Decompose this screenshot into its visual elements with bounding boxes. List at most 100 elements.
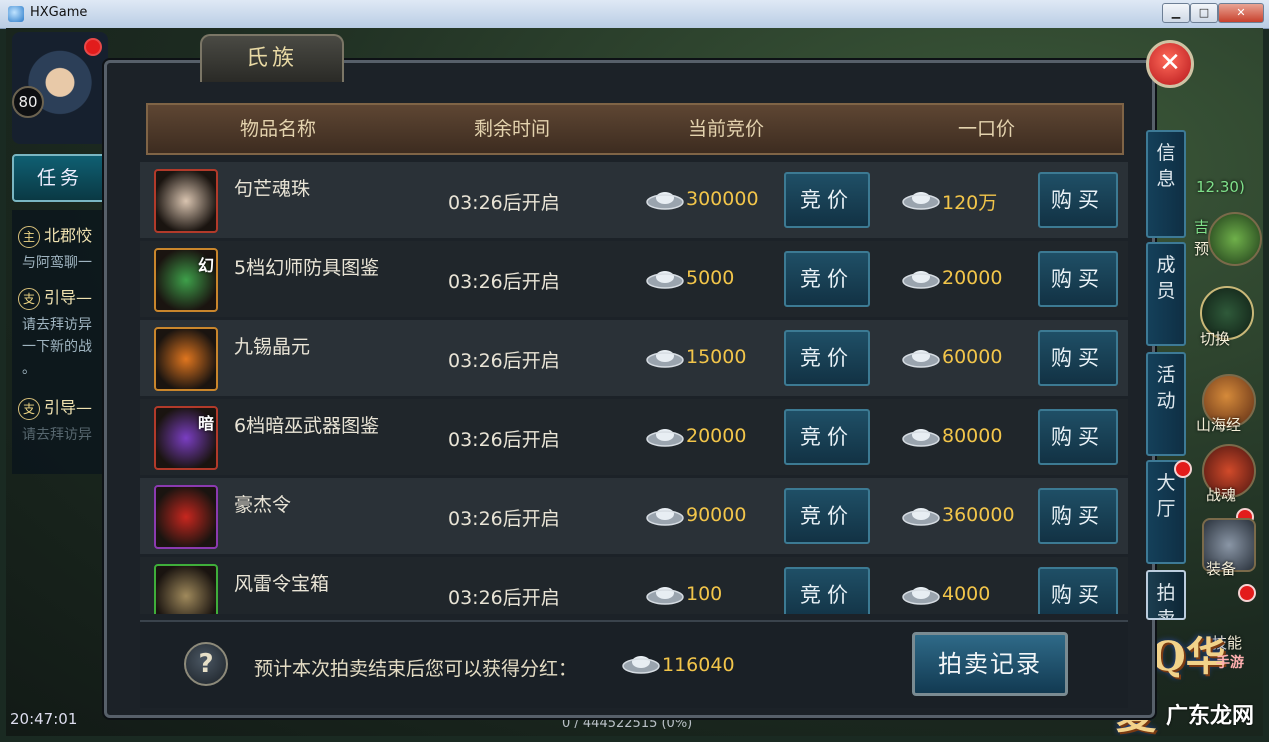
silver-ingot-icon (902, 508, 940, 526)
quest-title: 引导— (44, 398, 93, 417)
silver-ingot-icon (902, 350, 940, 368)
silver-ingot-icon (646, 192, 684, 210)
window-title: HXGame (30, 5, 88, 20)
auction-item-list: 句芒魂珠 03:26后开启 300000 竞价 120万 购买幻 5档幻师防具图鉴 03:26… (140, 162, 1128, 614)
silver-ingot-icon (646, 271, 684, 289)
tab-info[interactable]: 信息 (1146, 130, 1186, 238)
quest-desc: 请去拜访异 (22, 427, 92, 443)
item-name: 豪杰令 (234, 494, 292, 516)
buy-button[interactable]: 购买 (1038, 567, 1118, 614)
bid-button[interactable]: 竞价 (784, 330, 870, 386)
auction-row: 九锡晶元 03:26后开启 15000 竞价 60000 购买 (140, 320, 1128, 396)
item-icon[interactable]: 暗 (154, 406, 218, 470)
item-name: 6档暗巫武器图鉴 (234, 415, 380, 437)
minimize-button[interactable]: ▁ (1162, 3, 1190, 23)
quest-badge: 支 (18, 398, 40, 420)
buyout-price: 360000 (942, 504, 1015, 526)
tab-activity[interactable]: 活动 (1146, 352, 1186, 456)
item-time-remaining: 03:26后开启 (448, 429, 560, 451)
quest-item[interactable]: 主北郡恔 (18, 222, 92, 248)
buy-button[interactable]: 购买 (1038, 172, 1118, 228)
auction-row: 暗 6档暗巫武器图鉴 03:26后开启 20000 竞价 80000 购买 (140, 399, 1128, 475)
column-header-buyout: 一口价 (958, 118, 1016, 140)
notification-dot (1238, 584, 1256, 602)
quest-item[interactable]: 支引导— (18, 284, 92, 310)
dividend-amount: 116040 (662, 654, 735, 676)
item-icon[interactable]: 幻 (154, 248, 218, 312)
panel-close-button[interactable]: ✕ (1146, 40, 1194, 88)
exp-status: 0 / 444522515 (0%) (562, 716, 693, 731)
shanhaijing-label: 山海经 (1196, 416, 1242, 434)
current-bid: 20000 (686, 425, 747, 447)
hud-text: 吉 (1194, 218, 1210, 236)
auction-row: 句芒魂珠 03:26后开启 300000 竞价 120万 购买 (140, 162, 1128, 238)
auction-row: 风雷令宝箱 03:26后开启 100 竞价 4000 购买 (140, 557, 1128, 614)
silver-ingot-icon (646, 350, 684, 368)
item-time-remaining: 03:26后开启 (448, 271, 560, 293)
app-icon (8, 6, 24, 22)
item-icon[interactable] (154, 327, 218, 391)
quest-title: 引导— (44, 288, 93, 307)
help-icon[interactable]: ? (184, 642, 228, 686)
player-level: 80 (12, 86, 44, 118)
item-name: 句芒魂珠 (234, 178, 311, 200)
buy-button[interactable]: 购买 (1038, 409, 1118, 465)
bid-button[interactable]: 竞价 (784, 251, 870, 307)
bid-button[interactable]: 竞价 (784, 488, 870, 544)
game-logo-sub: 手游 (1216, 655, 1244, 671)
window-titlebar: HXGame ▁ □ ✕ (0, 0, 1269, 29)
item-icon[interactable] (154, 564, 218, 614)
auction-row: 豪杰令 03:26后开启 90000 竞价 360000 购买 (140, 478, 1128, 554)
dividend-label: 预计本次拍卖结束后您可以获得分红： (254, 658, 578, 680)
panel-title: 氏族 (200, 34, 344, 82)
quest-badge: 主 (18, 226, 40, 248)
equip-label: 装备 (1206, 560, 1237, 578)
item-icon[interactable] (154, 169, 218, 233)
silver-ingot-icon (646, 508, 684, 526)
buyout-price: 4000 (942, 583, 991, 605)
buyout-price: 60000 (942, 346, 1003, 368)
item-icon-glyph: 暗 (197, 414, 214, 433)
current-bid: 100 (686, 583, 723, 605)
item-icon-glyph: 幻 (197, 256, 214, 275)
quest-list: 主北郡恔 与阿鸾聊一 支引导— 请去拜访异 一下新的战 。 支引导— 请去拜访异 (12, 210, 110, 474)
bid-button[interactable]: 竞价 (784, 172, 870, 228)
quest-desc: 一下新的战 (22, 339, 92, 355)
item-time-remaining: 03:26后开启 (448, 350, 560, 372)
task-button[interactable]: 任务 (12, 154, 108, 202)
buy-button[interactable]: 购买 (1038, 488, 1118, 544)
switch-label: 切换 (1200, 330, 1231, 348)
silver-ingot-icon (902, 192, 940, 210)
tab-members[interactable]: 成员 (1146, 242, 1186, 346)
item-time-remaining: 03:26后开启 (448, 192, 560, 214)
current-bid: 15000 (686, 346, 747, 368)
coords-readout: 12.30) (1196, 178, 1245, 196)
window-close-button[interactable]: ✕ (1218, 3, 1264, 23)
tab-auction[interactable]: 拍卖 (1146, 570, 1186, 620)
silver-ingot-icon (902, 587, 940, 605)
buy-button[interactable]: 购买 (1038, 251, 1118, 307)
notification-dot (84, 38, 102, 56)
current-bid: 5000 (686, 267, 735, 289)
buy-button[interactable]: 购买 (1038, 330, 1118, 386)
auction-record-button[interactable]: 拍卖记录 (912, 632, 1068, 696)
hud-text: 预 (1194, 240, 1210, 258)
buyout-price: 120万 (942, 192, 998, 214)
bid-button[interactable]: 竞价 (784, 409, 870, 465)
bid-button[interactable]: 竞价 (784, 567, 870, 614)
column-header-name: 物品名称 (240, 118, 317, 140)
maximize-button[interactable]: □ (1190, 3, 1218, 23)
buyout-price: 20000 (942, 267, 1003, 289)
column-header-bid: 当前竞价 (688, 118, 765, 140)
monster-icon[interactable] (1208, 212, 1262, 266)
silver-ingot-icon (646, 429, 684, 447)
auction-row: 幻 5档幻师防具图鉴 03:26后开启 5000 竞价 20000 购买 (140, 241, 1128, 317)
item-icon[interactable] (154, 485, 218, 549)
quest-badge: 支 (18, 288, 40, 310)
silver-ingot-icon (902, 429, 940, 447)
quest-item[interactable]: 支引导— (18, 394, 92, 420)
game-clock: 20:47:01 (10, 710, 78, 728)
auction-footer: ? 预计本次拍卖结束后您可以获得分红： 116040 拍卖记录 (140, 620, 1128, 708)
item-name: 风雷令宝箱 (234, 573, 330, 595)
silver-ingot-icon (902, 271, 940, 289)
